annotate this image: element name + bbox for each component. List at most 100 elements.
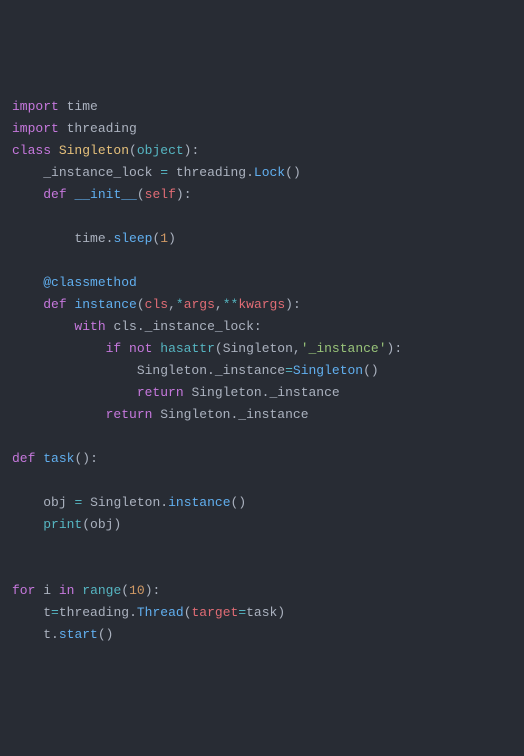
paren: ) bbox=[106, 627, 114, 642]
paren: ) bbox=[82, 451, 90, 466]
dot: . bbox=[137, 319, 145, 334]
paren: ) bbox=[168, 231, 176, 246]
variable: i bbox=[43, 583, 51, 598]
dot: . bbox=[129, 605, 137, 620]
paren: ( bbox=[215, 341, 223, 356]
module-name: time bbox=[67, 99, 98, 114]
colon: : bbox=[191, 143, 199, 158]
paren: ) bbox=[371, 363, 379, 378]
dot: . bbox=[246, 165, 254, 180]
paren: ) bbox=[238, 495, 246, 510]
identifier: Singleton bbox=[160, 407, 230, 422]
operator: = bbox=[238, 605, 246, 620]
paren: ( bbox=[137, 297, 145, 312]
paren: ( bbox=[363, 363, 371, 378]
comma: , bbox=[293, 341, 301, 356]
paren: ( bbox=[98, 627, 106, 642]
dot: . bbox=[207, 363, 215, 378]
builtin: range bbox=[82, 583, 121, 598]
paren: ( bbox=[137, 187, 145, 202]
keyword-if: if bbox=[106, 341, 122, 356]
identifier: Singleton bbox=[191, 385, 261, 400]
operator: = bbox=[160, 165, 168, 180]
string: '_instance' bbox=[301, 341, 387, 356]
keyword-import: import bbox=[12, 121, 59, 136]
identifier: Singleton bbox=[90, 495, 160, 510]
keyword-def: def bbox=[43, 187, 66, 202]
colon: : bbox=[254, 319, 262, 334]
keyword-def: def bbox=[12, 451, 35, 466]
method-call: instance bbox=[168, 495, 230, 510]
module-name: threading bbox=[67, 121, 137, 136]
attribute: _instance bbox=[215, 363, 285, 378]
class-call: Thread bbox=[137, 605, 184, 620]
keyword-for: for bbox=[12, 583, 35, 598]
paren: ) bbox=[145, 583, 153, 598]
builtin: print bbox=[43, 517, 82, 532]
colon: : bbox=[153, 583, 161, 598]
comma: , bbox=[215, 297, 223, 312]
colon: : bbox=[293, 297, 301, 312]
paren: ) bbox=[293, 165, 301, 180]
identifier: Singleton bbox=[137, 363, 207, 378]
builtin: hasattr bbox=[160, 341, 215, 356]
operator: ** bbox=[223, 297, 239, 312]
identifier: Singleton bbox=[223, 341, 293, 356]
cls-param: cls bbox=[145, 297, 168, 312]
keyword-return: return bbox=[106, 407, 153, 422]
attribute: _instance_lock bbox=[43, 165, 152, 180]
attribute: _instance bbox=[238, 407, 308, 422]
paren: ( bbox=[184, 605, 192, 620]
operator: = bbox=[285, 363, 293, 378]
param: kwargs bbox=[238, 297, 285, 312]
base-class: object bbox=[137, 143, 184, 158]
method-call: start bbox=[59, 627, 98, 642]
function-name: instance bbox=[74, 297, 136, 312]
keyword-in: in bbox=[59, 583, 75, 598]
paren: ( bbox=[82, 517, 90, 532]
function-call: sleep bbox=[113, 231, 152, 246]
number: 1 bbox=[160, 231, 168, 246]
function-name: __init__ bbox=[74, 187, 136, 202]
operator: = bbox=[51, 605, 59, 620]
variable: obj bbox=[43, 495, 66, 510]
self-param: self bbox=[145, 187, 176, 202]
keyword-with: with bbox=[74, 319, 105, 334]
paren: ( bbox=[285, 165, 293, 180]
paren: ) bbox=[277, 605, 285, 620]
attribute: _instance_lock bbox=[145, 319, 254, 334]
param: args bbox=[184, 297, 215, 312]
function-call: Lock bbox=[254, 165, 285, 180]
identifier: cls bbox=[113, 319, 136, 334]
keyword-def: def bbox=[43, 297, 66, 312]
paren: ) bbox=[113, 517, 121, 532]
argument: obj bbox=[90, 517, 113, 532]
identifier: task bbox=[246, 605, 277, 620]
colon: : bbox=[90, 451, 98, 466]
dot: . bbox=[160, 495, 168, 510]
function-name: task bbox=[43, 451, 74, 466]
class-call: Singleton bbox=[293, 363, 363, 378]
number: 10 bbox=[129, 583, 145, 598]
keyword-class: class bbox=[12, 143, 51, 158]
keyword-not: not bbox=[129, 341, 152, 356]
variable: t bbox=[43, 627, 51, 642]
paren: ( bbox=[129, 143, 137, 158]
paren: ( bbox=[121, 583, 129, 598]
keyword-return: return bbox=[137, 385, 184, 400]
identifier: threading bbox=[176, 165, 246, 180]
colon: : bbox=[184, 187, 192, 202]
paren: ) bbox=[285, 297, 293, 312]
colon: : bbox=[394, 341, 402, 356]
class-name: Singleton bbox=[59, 143, 129, 158]
attribute: _instance bbox=[269, 385, 339, 400]
code-editor: import time import threading class Singl… bbox=[12, 96, 512, 646]
keyword-import: import bbox=[12, 99, 59, 114]
comma: , bbox=[168, 297, 176, 312]
paren: ) bbox=[176, 187, 184, 202]
identifier: threading bbox=[59, 605, 129, 620]
variable: t bbox=[43, 605, 51, 620]
operator: = bbox=[74, 495, 82, 510]
decorator: @classmethod bbox=[43, 275, 137, 290]
kwarg: target bbox=[192, 605, 239, 620]
